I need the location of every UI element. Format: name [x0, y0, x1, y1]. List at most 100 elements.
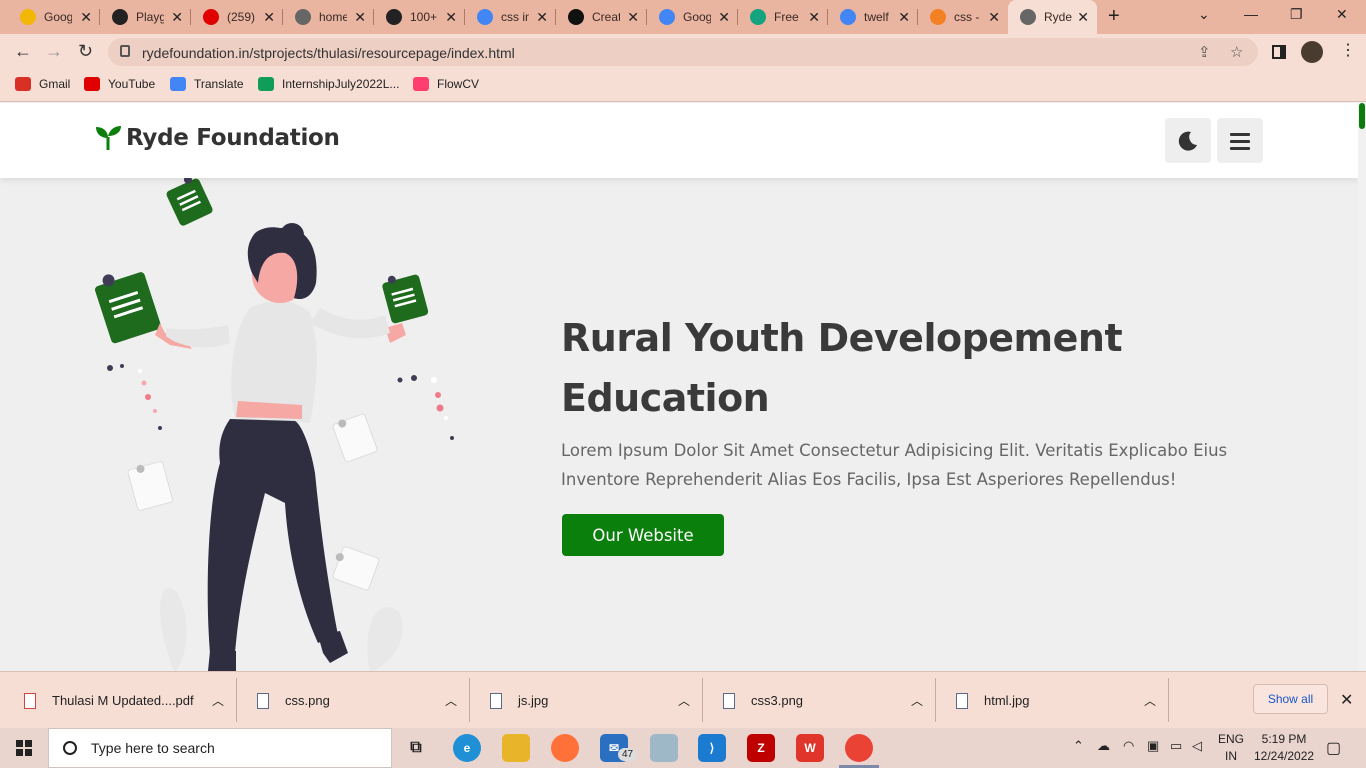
- dark-mode-toggle[interactable]: [1165, 118, 1211, 163]
- close-tab-icon[interactable]: ✕: [536, 9, 548, 26]
- tab-title: twelf: [864, 10, 889, 24]
- edge-icon[interactable]: e: [453, 734, 481, 762]
- close-tab-icon[interactable]: ✕: [445, 9, 457, 26]
- browser-tab[interactable]: Ryde ✕: [1008, 0, 1097, 34]
- chevron-up-icon[interactable]: ︿: [445, 692, 457, 709]
- browser-tab[interactable]: 100+ ✕: [374, 0, 465, 34]
- onedrive-icon[interactable]: ☁: [1097, 738, 1110, 754]
- menu-button[interactable]: [1217, 118, 1263, 163]
- bookmark-item[interactable]: Gmail: [15, 77, 70, 91]
- address-bar[interactable]: rydefoundation.in/stprojects/thulasi/res…: [108, 38, 1258, 66]
- youtube-icon: [203, 9, 219, 25]
- close-tab-icon[interactable]: ✕: [988, 9, 1000, 26]
- windows-start-icon[interactable]: [16, 740, 32, 756]
- hero-title: Rural Youth Developement Education: [561, 316, 1123, 420]
- browser-tab[interactable]: twelf ✕: [828, 0, 918, 34]
- bookmarks-bar: Gmail YouTube Translate InternshipJuly2022L…: [0, 70, 1366, 102]
- close-tab-icon[interactable]: ✕: [354, 9, 366, 26]
- forward-icon[interactable]: →: [45, 41, 63, 62]
- browser-tab[interactable]: Goog ✕: [647, 0, 738, 34]
- download-filename: js.jpg: [518, 693, 549, 708]
- bookmark-star-icon[interactable]: ☆: [1230, 43, 1243, 61]
- back-icon[interactable]: ←: [14, 41, 32, 62]
- google-icon: [477, 9, 493, 25]
- browser-menu-icon[interactable]: ⋮: [1340, 40, 1356, 60]
- close-tab-icon[interactable]: ✕: [718, 9, 730, 26]
- reload-icon[interactable]: ↻: [78, 41, 93, 62]
- tray-overflow-icon[interactable]: ⌃: [1073, 738, 1084, 754]
- close-downloads-icon[interactable]: ✕: [1340, 690, 1353, 710]
- bookmark-label: YouTube: [108, 77, 156, 91]
- page-scrollbar[interactable]: [1358, 103, 1366, 671]
- site-logo[interactable]: Ryde Foundation: [94, 125, 340, 151]
- browser-tab[interactable]: Free ✕: [738, 0, 828, 34]
- file-explorer-icon[interactable]: [502, 734, 530, 762]
- download-item[interactable]: css3.png ︿: [703, 672, 936, 729]
- lock-icon[interactable]: [120, 45, 130, 57]
- download-filename: css.png: [285, 693, 330, 708]
- download-item[interactable]: Thulasi M Updated....pdf ︿: [4, 672, 237, 729]
- close-tab-icon[interactable]: ✕: [627, 9, 639, 26]
- download-filename: Thulasi M Updated....pdf: [52, 693, 194, 708]
- wps-office-icon[interactable]: W: [796, 734, 824, 762]
- close-tab-icon[interactable]: ✕: [263, 9, 275, 26]
- chevron-up-icon[interactable]: ︿: [911, 692, 923, 709]
- taskbar-search-box[interactable]: Type here to search: [48, 728, 392, 768]
- browser-tab[interactable]: css in ✕: [465, 0, 556, 34]
- chevron-up-icon[interactable]: ︿: [212, 692, 224, 709]
- bookmark-item[interactable]: Translate: [170, 77, 244, 91]
- meet-icon[interactable]: ▣: [1147, 738, 1159, 754]
- language-indicator[interactable]: ENG IN: [1218, 731, 1244, 765]
- hero-description: Lorem Ipsum Dolor Sit Amet Consectetur A…: [561, 441, 1228, 489]
- notes-icon[interactable]: [650, 734, 678, 762]
- globe-icon: [295, 9, 311, 25]
- task-view-icon[interactable]: ⧉: [402, 734, 430, 762]
- tab-title: Free: [774, 10, 799, 24]
- new-tab-button[interactable]: +: [1108, 5, 1120, 28]
- taskbar-clock[interactable]: 5:19 PM 12/24/2022: [1254, 731, 1314, 765]
- browser-tab[interactable]: (259) ✕: [191, 0, 283, 34]
- download-item[interactable]: css.png ︿: [237, 672, 470, 729]
- chrome-icon[interactable]: [845, 734, 873, 762]
- sprout-icon: [96, 126, 121, 150]
- translate-icon: [659, 9, 675, 25]
- url-text[interactable]: rydefoundation.in/stprojects/thulasi/res…: [142, 45, 515, 61]
- bookmark-item[interactable]: FlowCV: [413, 77, 479, 91]
- profile-avatar[interactable]: [1301, 41, 1323, 63]
- chevron-up-icon[interactable]: ︿: [1144, 692, 1156, 709]
- browser-tab[interactable]: Creat ✕: [556, 0, 647, 34]
- volume-icon[interactable]: ◁: [1192, 738, 1202, 754]
- close-tab-icon[interactable]: ✕: [898, 9, 910, 26]
- wifi-icon[interactable]: ◠: [1123, 738, 1134, 754]
- share-icon[interactable]: ⇪: [1198, 43, 1211, 61]
- filezilla-icon[interactable]: Z: [747, 734, 775, 762]
- battery-icon[interactable]: ▭: [1170, 738, 1182, 754]
- bookmark-label: Translate: [194, 77, 244, 91]
- tab-search-icon[interactable]: ⌄: [1198, 6, 1210, 23]
- browser-tab[interactable]: css - ✕: [918, 0, 1008, 34]
- tab-title: Goog: [44, 10, 72, 24]
- download-item[interactable]: html.jpg ︿: [936, 672, 1169, 729]
- browser-tab[interactable]: Playg ✕: [100, 0, 191, 34]
- close-tab-icon[interactable]: ✕: [80, 9, 92, 26]
- minimize-icon[interactable]: —: [1244, 6, 1258, 22]
- close-window-icon[interactable]: ✕: [1336, 6, 1348, 23]
- scrollbar-thumb[interactable]: [1359, 103, 1365, 129]
- bookmark-favicon-icon: [170, 77, 186, 91]
- close-tab-icon[interactable]: ✕: [1077, 9, 1089, 26]
- bookmark-item[interactable]: YouTube: [84, 77, 155, 91]
- browser-tab[interactable]: Goog ✕: [8, 0, 100, 34]
- bookmark-item[interactable]: InternshipJuly2022L...: [258, 77, 399, 91]
- browser-tab[interactable]: home ✕: [283, 0, 374, 34]
- show-all-button[interactable]: Show all: [1253, 684, 1328, 714]
- side-panel-icon[interactable]: [1272, 45, 1286, 59]
- download-item[interactable]: js.jpg ︿: [470, 672, 703, 729]
- chevron-up-icon[interactable]: ︿: [678, 692, 690, 709]
- restore-icon[interactable]: ❐: [1290, 6, 1303, 23]
- firefox-icon[interactable]: [551, 734, 579, 762]
- close-tab-icon[interactable]: ✕: [171, 9, 183, 26]
- our-website-button[interactable]: Our Website: [562, 514, 724, 556]
- close-tab-icon[interactable]: ✕: [808, 9, 820, 26]
- notifications-icon[interactable]: ▢: [1326, 738, 1341, 758]
- vscode-icon[interactable]: ⟩: [698, 734, 726, 762]
